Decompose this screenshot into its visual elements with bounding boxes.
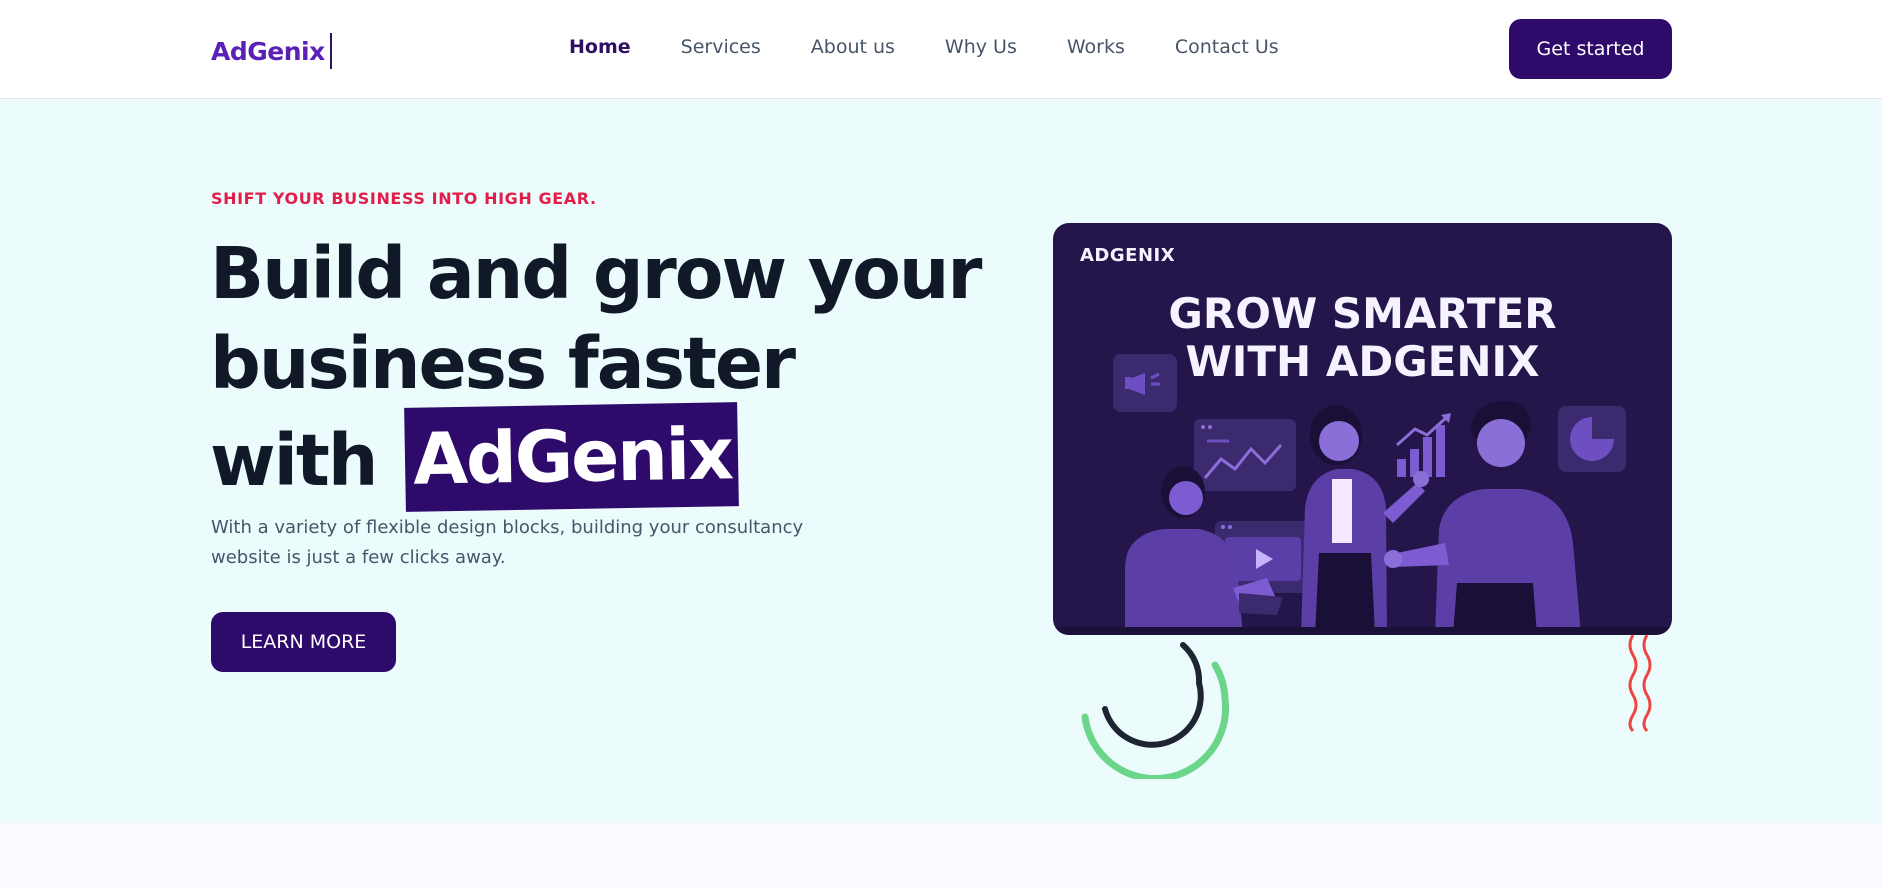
hero-illustration-card: ADGENIX GROW SMARTER WITH ADGENIX: [1053, 223, 1672, 635]
site-logo[interactable]: AdGenix: [211, 33, 332, 69]
card-brand: ADGENIX: [1080, 245, 1176, 266]
zigzag-line-1: [1628, 634, 1638, 733]
learn-more-button[interactable]: LEARN MORE: [211, 612, 396, 672]
dark-arc: [1102, 642, 1204, 748]
nav-link-about[interactable]: About us: [811, 36, 895, 58]
headline-line-3: with AdGenix: [210, 402, 980, 513]
nav-link-services[interactable]: Services: [681, 36, 761, 58]
line-chart-icon: [1194, 419, 1296, 491]
main-nav: Home Services About us Why Us Works Cont…: [569, 36, 1329, 58]
logo-cursor-bar: [329, 33, 332, 69]
headline-brand-highlight: AdGenix: [404, 402, 739, 512]
nav-link-why-us[interactable]: Why Us: [945, 36, 1017, 58]
nav-link-works[interactable]: Works: [1067, 36, 1125, 58]
zigzag-line-2: [1642, 634, 1652, 733]
next-section: [0, 823, 1882, 889]
nav-link-contact[interactable]: Contact Us: [1175, 36, 1279, 58]
hero-headline: Build and grow your business faster with…: [210, 229, 982, 513]
hero-section: SHIFT YOUR BUSINESS INTO HIGH GEAR. Buil…: [0, 99, 1882, 823]
decorative-zigzag: [1628, 634, 1652, 733]
headline-with: with: [210, 419, 378, 502]
headline-line-2: business faster: [210, 322, 796, 405]
bar-chart-icon: [1396, 413, 1451, 477]
person-standing-right: [1384, 401, 1581, 635]
team-illustration: [1053, 354, 1672, 635]
person-standing-center: [1301, 405, 1429, 635]
card-title-line-1: GROW SMARTER: [1168, 289, 1557, 338]
green-arc: [1081, 661, 1230, 779]
decorative-arcs: [1081, 642, 1230, 779]
top-navbar: AdGenix Home Services About us Why Us Wo…: [0, 0, 1882, 99]
pie-chart-icon: [1558, 406, 1626, 472]
hero-description: With a variety of flexible design blocks…: [211, 517, 804, 568]
card-title-line-2: WITH ADGENIX: [1185, 337, 1540, 386]
headline-line-1: Build and grow your: [210, 232, 982, 315]
get-started-button[interactable]: Get started: [1509, 19, 1672, 79]
hero-kicker: SHIFT YOUR BUSINESS INTO HIGH GEAR.: [211, 189, 597, 208]
nav-link-home[interactable]: Home: [569, 36, 631, 58]
logo-text[interactable]: AdGenix: [211, 37, 325, 66]
